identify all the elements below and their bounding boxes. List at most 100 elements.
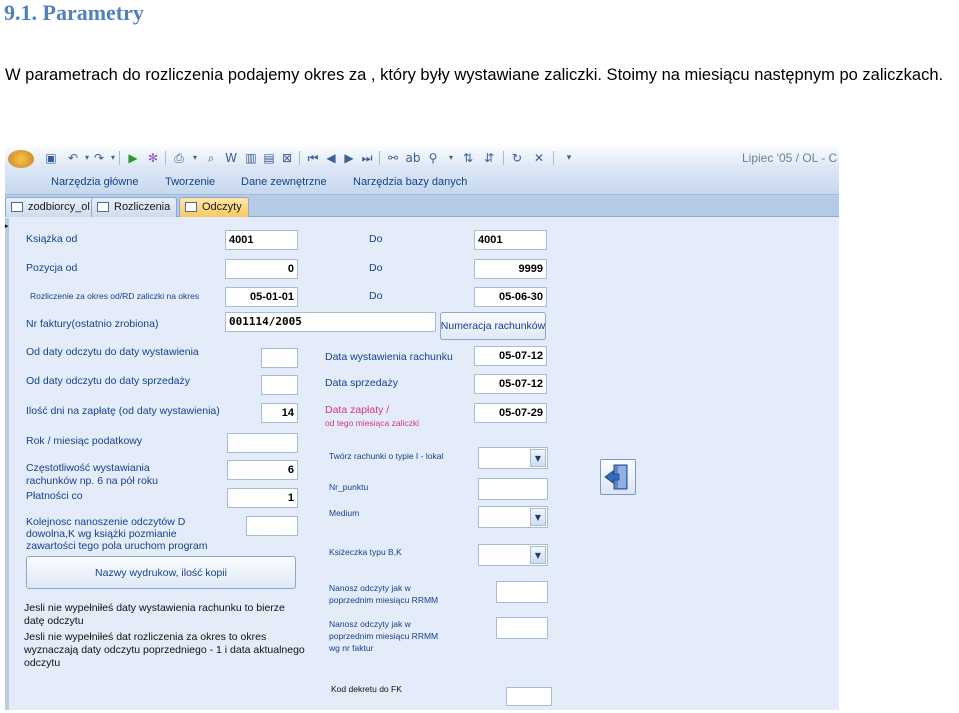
kolejnosc-label-line3: zawartości tego pola uruchom program — [26, 540, 208, 552]
next-record-icon[interactable]: ▶ — [341, 150, 357, 166]
data-wystawienia-label: Data wystawienia rachunku — [325, 351, 453, 363]
od-daty-wystawienia-field[interactable] — [261, 348, 298, 368]
print-dropdown-icon[interactable]: ▾ — [187, 150, 203, 166]
ksiazka-od-field[interactable]: 4001 — [225, 230, 298, 250]
nr-punktu-field[interactable] — [478, 478, 548, 500]
note-daty-wystawienia-line1: Jesli nie wypełniłeś daty wystawienia ra… — [24, 602, 285, 614]
ribbon-tab-database-tools[interactable]: Narzędzia bazy danych — [353, 176, 467, 188]
ksiazka-do-field[interactable]: 4001 — [474, 230, 547, 250]
chevron-down-icon[interactable]: ▼ — [530, 449, 546, 467]
sort-descending-icon[interactable]: ⇵ — [481, 150, 497, 166]
last-record-icon[interactable]: ⏭ — [359, 150, 375, 166]
access-window: ▣ ↶ ▾ ↷ ▾ ▶ ✻ ⎙ ▾ ⌕ W ▥ ▤ ⊠ ⏮ ◀ ▶ ⏭ ⚯ ab… — [5, 147, 839, 710]
tab-label: Rozliczenia — [114, 201, 171, 213]
tworz-rachunki-combo[interactable]: ▼ — [478, 447, 548, 469]
form-icon — [97, 202, 109, 212]
document-icon[interactable]: ▤ — [261, 150, 277, 166]
chevron-down-icon[interactable]: ▼ — [530, 508, 546, 526]
pozycja-od-field[interactable]: 0 — [225, 259, 298, 279]
print-icon[interactable]: ⎙ — [171, 150, 187, 166]
toolbar-separator — [299, 151, 300, 165]
replace-icon[interactable]: ab — [405, 150, 421, 166]
previous-record-icon[interactable]: ◀ — [323, 150, 339, 166]
object-tabs: zodbiorcy_ol Rozliczenia Odczyty — [5, 195, 839, 217]
ksiazka-do-label: Do — [369, 233, 383, 245]
tab-label: zodbiorcy_ol — [28, 201, 90, 213]
pozycja-do-label: Do — [369, 262, 383, 274]
record-pointer-icon: ▸ — [5, 222, 9, 230]
ksiazeczka-combo[interactable]: ▼ — [478, 544, 548, 566]
czestotliwosc-label-line1: Częstotliwość wystawiania — [26, 462, 150, 474]
first-record-icon[interactable]: ⏮ — [305, 150, 321, 166]
platnosci-field[interactable]: 1 — [227, 488, 298, 508]
sort-ascending-icon[interactable]: ⇅ — [460, 150, 476, 166]
window-title: Lipiec '05 / OL - C — [742, 151, 838, 165]
chevron-down-icon[interactable]: ▼ — [530, 546, 546, 564]
tab-zodbiorcy-ol[interactable]: zodbiorcy_ol — [5, 197, 97, 217]
record-selector[interactable] — [5, 218, 9, 710]
tab-rozliczenia[interactable]: Rozliczenia — [91, 197, 178, 217]
tworz-rachunki-label: Twórz rachunki o typie I - lokal — [329, 451, 444, 461]
print-preview-icon[interactable]: ⌕ — [203, 150, 219, 166]
kod-dekretu-label: Kod dekretu do FK — [331, 684, 402, 694]
book-icon[interactable]: ▥ — [243, 150, 259, 166]
ilosc-dni-field[interactable]: 14 — [261, 403, 298, 423]
numeracja-rachunkow-button[interactable]: Numeracja rachunków — [440, 312, 546, 340]
nanosz-rrmm-faktur-label-line3: wg nr faktur — [329, 643, 374, 653]
refresh-icon[interactable]: ↻ — [509, 150, 525, 166]
pozycja-do-field[interactable]: 9999 — [474, 259, 547, 279]
table-icon — [11, 202, 23, 212]
form-icon — [185, 202, 197, 212]
toolbar-separator — [119, 151, 120, 165]
find-icon[interactable]: ⚯ — [385, 150, 401, 166]
exit-form-button[interactable] — [600, 459, 636, 495]
platnosci-label: Płatności co — [26, 490, 83, 502]
toolbar-separator — [165, 151, 166, 165]
czestotliwosc-label-line2: rachunków np. 6 na pół roku — [26, 475, 158, 487]
data-zaplaty-label-line2: od tego miesiąca zaliczki — [325, 418, 420, 428]
ribbon-tab-home[interactable]: Narzędzia główne — [51, 176, 138, 188]
toolbar-separator — [503, 151, 504, 165]
od-daty-sprzedazy-field[interactable] — [261, 375, 298, 395]
rozliczenie-od-field[interactable]: 05-01-01 — [225, 287, 298, 307]
wizard-icon[interactable]: ✻ — [145, 150, 161, 166]
nr-faktury-field[interactable]: 001114/2005 — [225, 312, 436, 332]
data-zaplaty-label-line1: Data zapłaty / — [325, 404, 390, 416]
quick-access-toolbar: ▣ ↶ ▾ ↷ ▾ ▶ ✻ ⎙ ▾ ⌕ W ▥ ▤ ⊠ ⏮ ◀ ▶ ⏭ ⚯ ab… — [5, 147, 839, 169]
kolejnosc-field[interactable] — [246, 516, 298, 536]
ribbon-tab-external-data[interactable]: Dane zewnętrzne — [241, 176, 327, 188]
document-heading: 9.1. Parametry — [4, 0, 144, 25]
tab-label: Odczyty — [202, 201, 242, 213]
data-wystawienia-field[interactable]: 05-07-12 — [474, 346, 547, 366]
filter-dropdown-icon[interactable]: ▾ — [443, 150, 459, 166]
rok-miesiac-field[interactable] — [227, 433, 298, 453]
data-zaplaty-field[interactable]: 05-07-29 — [474, 403, 547, 423]
medium-combo[interactable]: ▼ — [478, 506, 548, 528]
tab-odczyty[interactable]: Odczyty — [179, 197, 249, 217]
close-window-icon[interactable]: ⊠ — [279, 150, 295, 166]
rozliczenie-od-label: Rozliczenie za okres od/RD zaliczki na o… — [30, 291, 200, 301]
customize-toolbar-icon[interactable]: ▾ — [561, 150, 577, 166]
kod-dekretu-field[interactable] — [506, 687, 552, 706]
rozliczenie-do-field[interactable]: 05-06-30 — [474, 287, 547, 307]
data-sprzedazy-field[interactable]: 05-07-12 — [474, 374, 547, 394]
note-okres-line3: odczytu — [24, 657, 61, 669]
save-icon[interactable]: ▣ — [43, 150, 59, 166]
filter-icon[interactable]: ⚲ — [425, 150, 441, 166]
nr-faktury-label: Nr faktury(ostatnio zrobiona) — [26, 318, 159, 330]
exit-door-icon — [604, 464, 628, 490]
nanosz-rrmm-faktur-field[interactable] — [496, 617, 548, 639]
run-icon[interactable]: ▶ — [125, 150, 141, 166]
pozycja-od-label: Pozycja od — [26, 262, 78, 274]
data-sprzedazy-label: Data sprzedaży — [325, 377, 398, 389]
rok-miesiac-label: Rok / miesiąc podatkowy — [26, 435, 143, 447]
ribbon-tab-create[interactable]: Tworzenie — [165, 176, 215, 188]
ksiazka-od-label: Książka od — [26, 233, 78, 245]
od-daty-sprzedazy-label: Od daty odczytu do daty sprzedaży — [26, 375, 191, 387]
office-button-icon[interactable] — [8, 150, 34, 168]
nanosz-rrmm-field[interactable] — [496, 581, 548, 603]
czestotliwosc-field[interactable]: 6 — [227, 460, 298, 480]
delete-icon[interactable]: ✕ — [531, 150, 547, 166]
nazwy-wydrukow-button[interactable]: Nazwy wydrukow, ilość kopii — [26, 556, 296, 589]
export-word-icon[interactable]: W — [223, 150, 239, 166]
